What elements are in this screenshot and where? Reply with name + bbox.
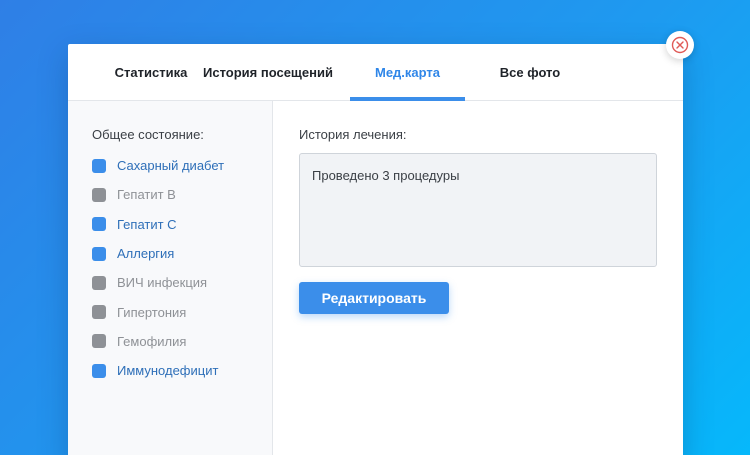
- close-circle-icon: [671, 36, 689, 54]
- treatment-history-textarea[interactable]: Проведено 3 процедуры: [299, 153, 657, 267]
- conditions-sidebar: Общее состояние: Сахарный диабет Гепатит…: [68, 101, 273, 455]
- tab-statistics[interactable]: Статистика: [86, 44, 216, 100]
- condition-checkbox-hiv[interactable]: ВИЧ инфекция: [92, 268, 224, 297]
- checkbox-square-icon: [92, 363, 106, 378]
- condition-label: Гепатит В: [117, 187, 176, 203]
- tab-all-photos[interactable]: Все фото: [480, 44, 580, 100]
- condition-label: Иммунодефицит: [117, 363, 219, 379]
- condition-checkbox-hypertension[interactable]: Гипертония: [92, 297, 224, 326]
- tab-medical-card[interactable]: Мед.карта: [350, 44, 465, 101]
- treatment-history-label: История лечения:: [299, 127, 407, 142]
- tab-bar: Статистика История посещений Мед.карта В…: [68, 44, 683, 101]
- checkbox-square-icon: [92, 217, 106, 232]
- checkbox-square-icon: [92, 187, 106, 202]
- condition-checkbox-diabetes[interactable]: Сахарный диабет: [92, 151, 224, 180]
- condition-checkbox-hemophilia[interactable]: Гемофилия: [92, 327, 224, 356]
- close-button[interactable]: [666, 31, 694, 59]
- condition-checkbox-hepatitis-c[interactable]: Гепатит С: [92, 210, 224, 239]
- condition-label: Гемофилия: [117, 333, 187, 349]
- condition-label: Аллергия: [117, 246, 175, 262]
- conditions-title: Общее состояние:: [92, 127, 204, 142]
- condition-label: Гепатит С: [117, 216, 177, 232]
- condition-checkbox-allergy[interactable]: Аллергия: [92, 239, 224, 268]
- conditions-list: Сахарный диабет Гепатит В Гепатит С Алле…: [92, 151, 224, 385]
- checkbox-square-icon: [92, 158, 106, 173]
- checkbox-square-icon: [92, 305, 106, 320]
- checkbox-square-icon: [92, 246, 106, 261]
- checkbox-square-icon: [92, 275, 106, 290]
- tab-visit-history[interactable]: История посещений: [198, 44, 338, 100]
- condition-label: Сахарный диабет: [117, 158, 225, 174]
- medical-card-modal: Статистика История посещений Мед.карта В…: [68, 44, 683, 455]
- condition-label: Гипертония: [117, 304, 187, 320]
- checkbox-square-icon: [92, 334, 106, 349]
- condition-checkbox-hepatitis-b[interactable]: Гепатит В: [92, 180, 224, 209]
- condition-checkbox-immunodeficiency[interactable]: Иммунодефицит: [92, 356, 224, 385]
- condition-label: ВИЧ инфекция: [117, 275, 208, 291]
- edit-button[interactable]: Редактировать: [299, 282, 449, 314]
